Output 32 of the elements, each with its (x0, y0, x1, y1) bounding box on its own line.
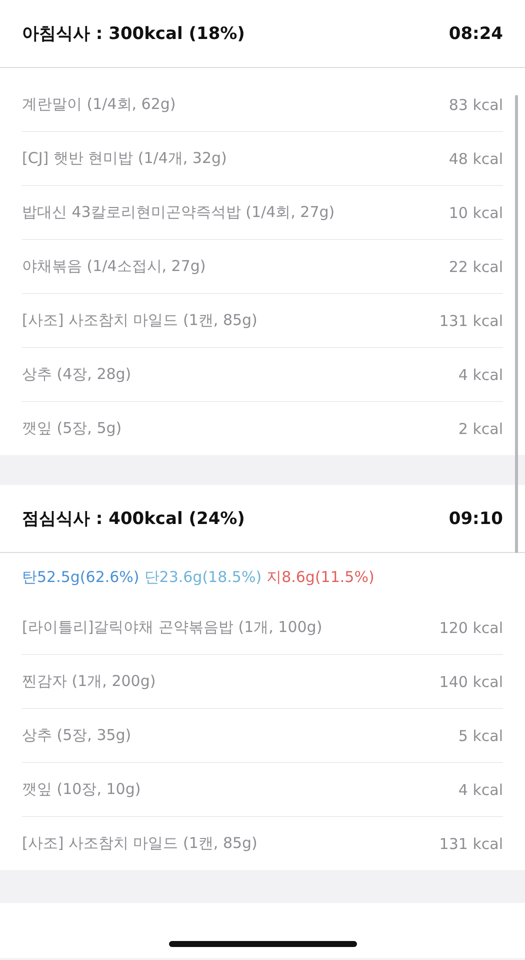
meal-time: 08:24 (448, 24, 503, 44)
food-name: 밥대신 43칼로리현미곤약즉석밥 (1/4회, 27g) (22, 203, 335, 222)
food-kcal: 2 kcal (458, 420, 503, 438)
food-name: 깻잎 (10장, 10g) (22, 780, 141, 799)
food-kcal: 10 kcal (448, 204, 503, 222)
food-name: [라이틀리]갈릭야채 곤약볶음밥 (1개, 100g) (22, 618, 322, 637)
food-name: [사조] 사조참치 마일드 (1캔, 85g) (22, 834, 258, 853)
macro-text: 탄52.5g(62.6%) (22, 568, 140, 586)
macro-text: 지8.6g(11.5%) (266, 568, 374, 586)
food-kcal: 131 kcal (439, 834, 503, 852)
food-name: [사조] 사조참치 마일드 (1캔, 85g) (22, 311, 258, 330)
food-kcal: 83 kcal (448, 96, 503, 114)
food-kcal: 131 kcal (439, 312, 503, 330)
meal-title: 점심식사 : 400kcal (24%) (22, 508, 245, 530)
food-kcal: 140 kcal (439, 672, 503, 690)
food-kcal: 4 kcal (458, 780, 503, 798)
food-name: 깻잎 (5장, 5g) (22, 419, 122, 438)
food-name: 상추 (5장, 35g) (22, 726, 132, 745)
food-kcal: 5 kcal (458, 726, 503, 744)
food-name: 찐감자 (1개, 200g) (22, 672, 156, 691)
home-indicator[interactable] (169, 941, 357, 947)
food-name: 계란말이 (1/4회, 62g) (22, 95, 176, 114)
food-kcal: 22 kcal (448, 258, 503, 276)
food-name: 야채볶음 (1/4소접시, 27g) (22, 257, 206, 276)
meal-title: 아침식사 : 300kcal (18%) (22, 23, 245, 45)
food-kcal: 4 kcal (458, 366, 503, 384)
meal-time: 09:10 (448, 508, 503, 528)
food-kcal: 120 kcal (439, 618, 503, 636)
food-name: [CJ] 햇반 현미밥 (1/4개, 32g) (22, 149, 227, 168)
food-name: 상추 (4장, 28g) (22, 365, 132, 384)
macro-text: 단23.6g(18.5%) (144, 568, 262, 586)
food-kcal: 48 kcal (448, 150, 503, 168)
